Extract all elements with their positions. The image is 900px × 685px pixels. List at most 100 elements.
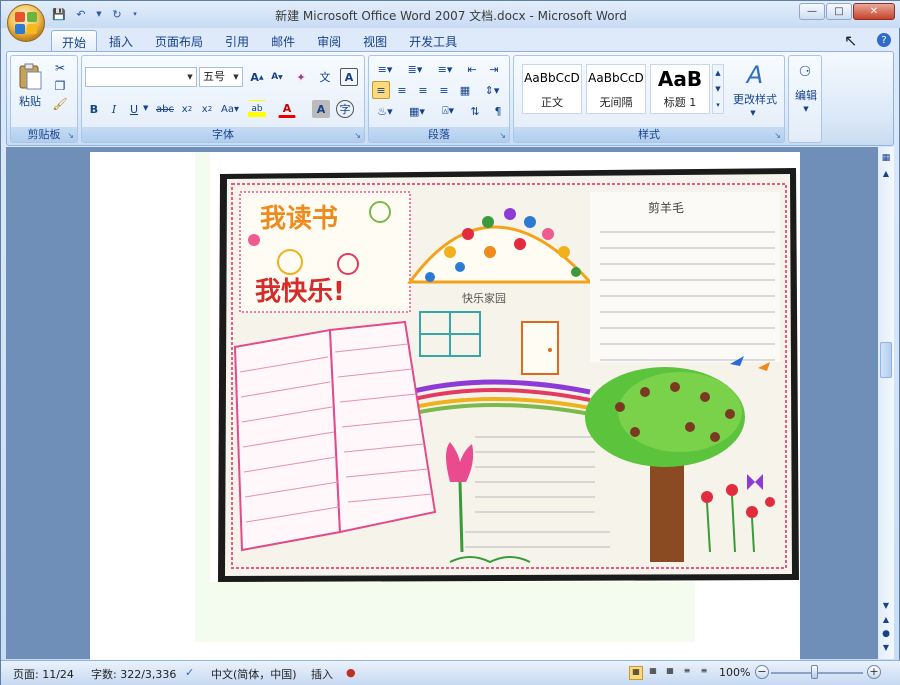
borders-icon[interactable]: ▦▾ <box>404 102 430 120</box>
maximize-button[interactable]: □ <box>826 3 852 20</box>
chinese-layout-icon[interactable]: ⍓▾ <box>435 102 461 120</box>
zoom-in-icon[interactable]: + <box>867 665 881 679</box>
font-label: 字体 <box>82 127 364 142</box>
character-shading-icon[interactable]: A <box>312 100 330 118</box>
page-indicator[interactable]: 页面: 11/24 <box>13 666 74 682</box>
format-painter-icon[interactable]: 🖌 <box>51 96 69 112</box>
previous-page-icon[interactable]: ▲ <box>880 615 892 627</box>
phonetic-guide-icon[interactable]: 文 <box>316 68 334 86</box>
tab-review[interactable]: 审阅 <box>307 30 351 51</box>
enclose-characters-icon[interactable]: 字 <box>336 100 354 118</box>
style-no-spacing[interactable]: AaBbCcD 无间隔 <box>586 64 646 114</box>
scroll-down-icon[interactable]: ▼ <box>880 601 892 613</box>
style-normal-label: 正文 <box>541 96 563 109</box>
web-layout-icon[interactable]: ▦ <box>663 666 677 680</box>
tab-insert[interactable]: 插入 <box>99 30 143 51</box>
change-styles-button[interactable]: 更改样式 <box>728 92 782 106</box>
increase-indent-icon[interactable]: ⇥ <box>485 60 503 78</box>
highlight-color-icon[interactable]: ab <box>248 100 266 118</box>
cut-icon[interactable]: ✂ <box>51 60 69 76</box>
style-normal[interactable]: AaBbCcD 正文 <box>522 64 582 114</box>
shrink-font-button[interactable]: A ▼ <box>268 68 286 86</box>
subscript-button[interactable]: x2 <box>178 100 196 118</box>
draft-view-icon[interactable]: ≡ <box>697 666 711 680</box>
clipboard-launcher-icon[interactable]: ↘ <box>67 131 74 140</box>
tab-view[interactable]: 视图 <box>353 30 397 51</box>
zoom-slider-thumb[interactable] <box>811 665 818 679</box>
clear-format-icon[interactable]: ✦ <box>292 68 310 86</box>
scroll-up-icon[interactable]: ▲ <box>880 169 892 181</box>
ribbon-tabs: 开始 插入 页面布局 引用 邮件 审阅 视图 开发工具 <box>51 29 467 51</box>
align-right-button[interactable]: ≡ <box>414 81 432 99</box>
bold-button[interactable]: B <box>85 100 103 118</box>
poster-title-line2: 我快乐! <box>255 277 345 307</box>
editing-dropdown-icon[interactable]: ▼ <box>799 104 813 114</box>
full-screen-reading-icon[interactable]: ▦ <box>646 666 660 680</box>
tab-mailings[interactable]: 邮件 <box>261 30 305 51</box>
numbering-icon[interactable]: ≣▾ <box>402 60 428 78</box>
copy-icon[interactable]: ❐ <box>51 78 69 94</box>
outline-view-icon[interactable]: ≡ <box>680 666 694 680</box>
superscript-button[interactable]: x2 <box>198 100 216 118</box>
close-button[interactable]: ✕ <box>853 3 895 20</box>
grow-font-button[interactable]: A ▲ <box>248 68 266 86</box>
underline-button[interactable]: U <box>125 100 143 118</box>
styles-scroll[interactable]: ▲ ▼ ▾ <box>712 64 724 114</box>
print-layout-view-icon[interactable]: ▦ <box>629 666 643 680</box>
help-icon[interactable]: ? <box>877 33 891 47</box>
binoculars-icon[interactable]: ⚆ <box>791 60 819 84</box>
bullets-icon[interactable]: ≡▾ <box>372 60 398 78</box>
sort-icon[interactable]: ⇅ <box>465 102 485 120</box>
line-spacing-icon[interactable]: ⇕▾ <box>479 81 505 99</box>
editing-button[interactable]: 编辑 <box>789 88 823 102</box>
office-button[interactable] <box>7 4 45 42</box>
insert-mode[interactable]: 插入 <box>311 666 333 682</box>
font-launcher-icon[interactable]: ↘ <box>354 131 361 140</box>
tab-page-layout[interactable]: 页面布局 <box>145 30 213 51</box>
styles-group: AaBbCcD 正文 AaBbCcD 无间隔 AaB 标题 1 ▲ ▼ ▾ A 更改… <box>513 55 785 143</box>
strikethrough-button[interactable]: abc <box>154 100 176 118</box>
select-browse-object-icon[interactable]: ● <box>880 629 892 641</box>
paste-button[interactable]: 粘贴 <box>15 94 45 108</box>
zoom-out-icon[interactable]: − <box>755 665 769 679</box>
style-heading-1[interactable]: AaB 标题 1 <box>650 64 710 114</box>
scroll-thumb[interactable] <box>880 342 892 378</box>
language-indicator[interactable]: 中文(简体，中国) <box>211 666 297 682</box>
paragraph-launcher-icon[interactable]: ↘ <box>499 131 506 140</box>
change-styles-dropdown-icon[interactable]: ▼ <box>746 108 760 118</box>
underline-dropdown-icon[interactable]: ▼ <box>143 104 148 112</box>
change-styles-icon[interactable]: A <box>728 60 782 90</box>
next-page-icon[interactable]: ▼ <box>880 643 892 655</box>
vertical-scrollbar[interactable]: ▦ ▲ ▼ ▲ ● ▼ <box>878 147 894 659</box>
right-block-title: 剪羊毛 <box>648 200 684 215</box>
font-color-icon[interactable]: A <box>278 100 296 118</box>
macro-record-icon[interactable]: ● <box>346 666 356 679</box>
zoom-level[interactable]: 100% <box>719 666 750 679</box>
shading-icon[interactable]: ♨▾ <box>372 102 398 120</box>
tab-developer[interactable]: 开发工具 <box>399 30 467 51</box>
window-controls: — □ ✕ <box>799 3 895 20</box>
change-case-button[interactable]: Aa▾ <box>218 100 242 118</box>
document-page[interactable]: 我读书 我快乐! 快乐家园 剪羊毛 <box>90 152 800 662</box>
italic-button[interactable]: I <box>105 100 123 118</box>
align-center-button[interactable]: ≡ <box>393 81 411 99</box>
proofing-icon[interactable]: ✓ <box>185 666 194 679</box>
decrease-indent-icon[interactable]: ⇤ <box>463 60 481 78</box>
show-marks-icon[interactable]: ¶ <box>489 102 507 120</box>
distributed-button[interactable]: ▦ <box>456 81 474 99</box>
word-count[interactable]: 字数: 322/3,336 <box>91 666 176 682</box>
editing-group: ⚆ 编辑 ▼ <box>788 55 822 143</box>
minimize-button[interactable]: — <box>799 3 825 20</box>
ruler-toggle-icon[interactable]: ▦ <box>880 153 892 165</box>
paste-icon[interactable] <box>15 60 45 94</box>
multilevel-list-icon[interactable]: ≡▾ <box>432 60 458 78</box>
align-left-button[interactable]: ≡ <box>372 81 390 99</box>
tab-home[interactable]: 开始 <box>51 30 98 51</box>
font-name-combo[interactable]: ▼ <box>85 67 197 87</box>
character-border-icon[interactable]: A <box>340 68 358 86</box>
justify-button[interactable]: ≡ <box>435 81 453 99</box>
font-size-combo[interactable]: 五号 ▼ <box>199 67 243 87</box>
poster-title-line1: 我读书 <box>260 204 338 234</box>
styles-launcher-icon[interactable]: ↘ <box>774 131 781 140</box>
tab-references[interactable]: 引用 <box>215 30 259 51</box>
